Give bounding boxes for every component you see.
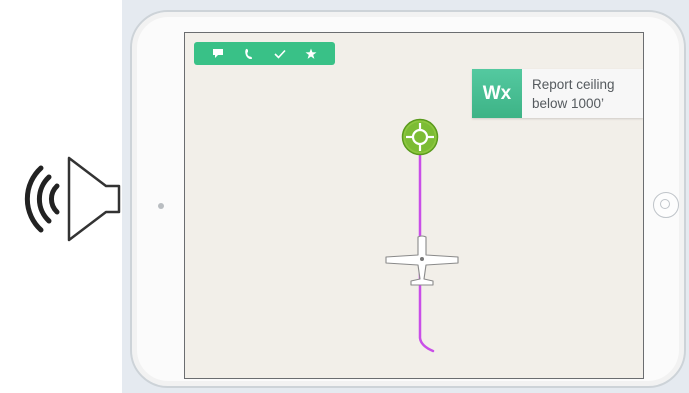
tablet-frame: Wx Report ceiling below 1000’ [130, 10, 686, 388]
home-button[interactable] [653, 192, 679, 218]
wx-message-line2: below 1000’ [532, 96, 605, 111]
wx-message: Report ceiling below 1000’ [522, 69, 615, 118]
weather-alert-card[interactable]: Wx Report ceiling below 1000’ [472, 69, 643, 118]
wx-message-line1: Report ceiling [532, 77, 615, 92]
map-screen[interactable]: Wx Report ceiling below 1000’ [184, 32, 644, 379]
crosshair-icon[interactable] [400, 117, 440, 157]
speaker-icon [24, 156, 121, 242]
airplane-icon [385, 235, 459, 286]
wx-badge: Wx [472, 69, 522, 118]
camera-dot [158, 203, 164, 209]
